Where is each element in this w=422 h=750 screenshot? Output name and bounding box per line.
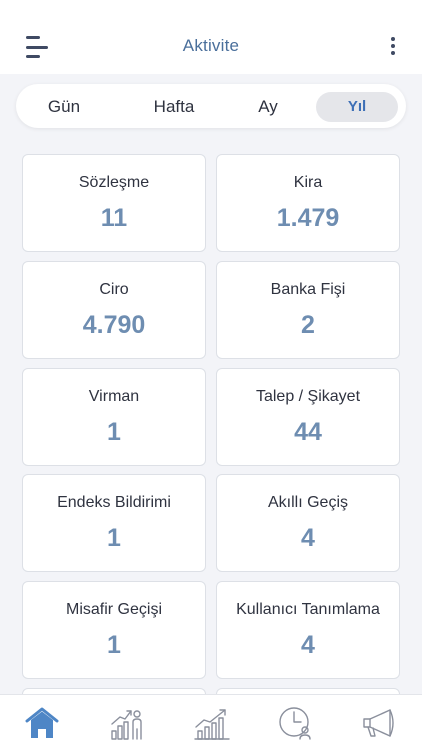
card-value: 2 [301, 311, 315, 339]
people-chart-icon[interactable] [108, 705, 148, 741]
card-endeks-bildirimi[interactable]: Endeks Bildirimi 1 [22, 474, 206, 572]
card-ciro[interactable]: Ciro 4.790 [22, 261, 206, 359]
tab-ay[interactable]: Ay [238, 92, 298, 122]
megaphone-icon[interactable] [360, 705, 400, 741]
card-kira[interactable]: Kira 1.479 [216, 154, 400, 252]
card-label: Endeks Bildirimi [57, 494, 171, 511]
card-misafir-gecisi[interactable]: Misafir Geçişi 1 [22, 581, 206, 679]
card-label: Banka Fişi [270, 281, 346, 298]
card-virman[interactable]: Virman 1 [22, 368, 206, 466]
card-label: Kira [293, 174, 323, 191]
card-talep-sikayet[interactable]: Talep / Şikayet 44 [216, 368, 400, 466]
card-label: Talep / Şikayet [255, 388, 361, 405]
tab-hafta[interactable]: Hafta [128, 92, 220, 122]
card-akilli-gecis[interactable]: Akıllı Geçiş 4 [216, 474, 400, 572]
card-value: 1 [107, 631, 121, 659]
top-bar: Aktivite [0, 0, 422, 74]
card-value: 11 [100, 204, 128, 232]
card-label: Ciro [99, 281, 129, 298]
card-label: Virman [88, 388, 140, 405]
clock-person-icon[interactable] [276, 705, 316, 741]
period-tabs: Gün Hafta Ay Yıl [16, 84, 406, 128]
card-label: Sözleşme [78, 174, 150, 191]
card-kullanici-tanimlama[interactable]: Kullanıcı Tanımlama 4 [216, 581, 400, 679]
card-sozlesme[interactable]: Sözleşme 11 [22, 154, 206, 252]
card-value: 1 [107, 524, 121, 552]
more-options-icon[interactable] [390, 37, 396, 55]
tab-yil[interactable]: Yıl [316, 92, 398, 122]
card-value: 1 [107, 418, 121, 446]
card-value: 44 [294, 418, 322, 446]
app-screen: Aktivite Gün Hafta Ay Yıl Sözleşme 11 Ki… [0, 0, 422, 750]
card-label: Akıllı Geçiş [267, 494, 348, 511]
card-label: Kullanıcı Tanımlama [236, 601, 380, 618]
card-label: Misafir Geçişi [65, 601, 162, 618]
card-value: 4 [301, 631, 315, 659]
card-value: 1.479 [276, 204, 340, 232]
tab-gun[interactable]: Gün [32, 92, 96, 122]
home-icon[interactable] [22, 705, 62, 741]
bottom-nav [0, 694, 422, 750]
page-title: Aktivite [182, 36, 240, 55]
growth-chart-icon[interactable] [192, 705, 232, 741]
card-value: 4 [301, 524, 315, 552]
card-value: 4.790 [82, 311, 146, 339]
menu-icon[interactable] [26, 36, 50, 58]
card-banka-fisi[interactable]: Banka Fişi 2 [216, 261, 400, 359]
